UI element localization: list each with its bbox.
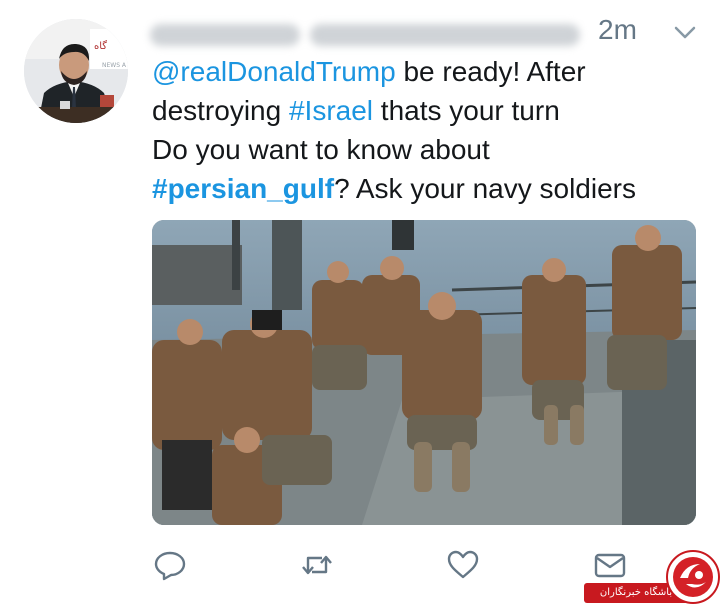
tweet-text-segment: destroying xyxy=(152,95,289,126)
tweet-text-segment: ? Ask your navy soldiers xyxy=(334,173,636,204)
tweet-text: @realDonaldTrump be ready! After destroy… xyxy=(152,52,712,208)
mention-link[interactable]: @realDonaldTrump xyxy=(152,56,396,87)
tweet-line-2: destroying #Israel thats your turn xyxy=(152,91,712,130)
svg-text:ﮔﺎﻩ: ﮔﺎﻩ xyxy=(94,40,107,52)
tweet-timestamp[interactable]: 2m xyxy=(598,14,637,46)
tweet-text-segment: thats your turn xyxy=(373,95,560,126)
hashtag-israel-link[interactable]: #Israel xyxy=(289,95,373,126)
svg-text:NEWS A: NEWS A xyxy=(102,62,127,69)
tweet-line-4: #persian_gulf? Ask your navy soldiers xyxy=(152,169,712,208)
tweet-media-photo[interactable] xyxy=(152,220,696,525)
tweet-line-1: @realDonaldTrump be ready! After xyxy=(152,52,712,91)
tweet-text-segment: be ready! After xyxy=(395,56,586,87)
author-name-blurred[interactable] xyxy=(150,14,580,54)
watermark-badge: باشگاه خبرنگاران xyxy=(584,548,720,605)
watermark-logo-icon xyxy=(666,550,720,604)
chevron-down-icon[interactable] xyxy=(674,26,696,40)
heart-icon[interactable] xyxy=(446,548,480,582)
retweet-icon[interactable] xyxy=(300,548,334,582)
reply-icon[interactable] xyxy=(153,548,187,582)
hashtag-persian-gulf-link[interactable]: #persian_gulf xyxy=(152,173,334,204)
profile-avatar[interactable]: ﮔﺎﻩ NEWS A xyxy=(24,19,128,123)
tweet-line-3: Do you want to know about xyxy=(152,134,490,165)
